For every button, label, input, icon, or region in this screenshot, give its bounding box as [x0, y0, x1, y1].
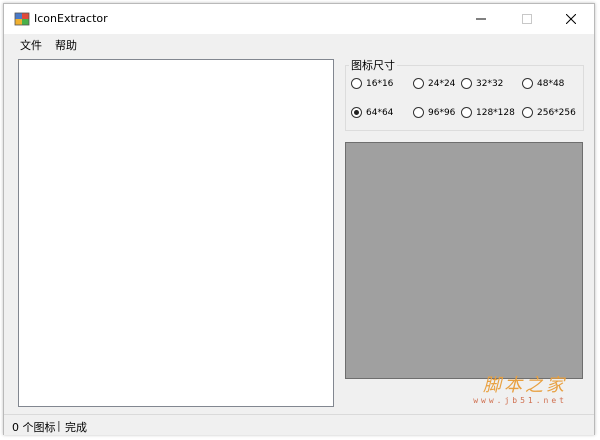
app-window: IconExtractor 文件 帮助 图标尺寸 16*16 24*24 32*… — [3, 3, 595, 435]
status-icon-count: 0 个图标 — [12, 421, 56, 434]
radio-size-128[interactable]: 128*128 — [461, 107, 515, 118]
radio-button[interactable] — [413, 107, 424, 118]
radio-label: 256*256 — [537, 107, 576, 118]
radio-size-32[interactable]: 32*32 — [461, 78, 503, 89]
radio-button-checked[interactable] — [351, 107, 362, 118]
title-bar[interactable]: IconExtractor — [4, 4, 594, 34]
minimize-icon — [476, 18, 486, 20]
status-separator: | — [57, 419, 61, 432]
watermark-url: www.jb51.net — [473, 396, 567, 405]
watermark-logo: 脚本之家 — [483, 375, 567, 396]
app-icon — [14, 11, 30, 27]
radio-size-64[interactable]: 64*64 — [351, 107, 393, 118]
radio-label: 24*24 — [428, 78, 456, 89]
radio-label: 64*64 — [366, 107, 394, 118]
status-bar: 0 个图标 | 完成 — [4, 414, 594, 435]
radio-label: 16*16 — [366, 78, 394, 89]
radio-label: 128*128 — [476, 107, 515, 118]
radio-size-48[interactable]: 48*48 — [522, 78, 564, 89]
radio-size-24[interactable]: 24*24 — [413, 78, 455, 89]
close-icon — [566, 14, 576, 24]
maximize-button[interactable] — [504, 4, 550, 34]
radio-button[interactable] — [461, 107, 472, 118]
radio-button[interactable] — [461, 78, 472, 89]
icon-preview-panel — [345, 142, 583, 379]
radio-label: 32*32 — [476, 78, 504, 89]
status-state: 完成 — [65, 421, 87, 434]
menu-bar: 文件 帮助 — [4, 34, 594, 54]
icon-size-legend: 图标尺寸 — [349, 57, 397, 73]
radio-size-16[interactable]: 16*16 — [351, 78, 393, 89]
radio-button[interactable] — [413, 78, 424, 89]
radio-label: 96*96 — [428, 107, 456, 118]
radio-button[interactable] — [351, 78, 362, 89]
menu-help[interactable]: 帮助 — [48, 37, 84, 53]
icon-list[interactable] — [18, 59, 334, 407]
radio-label: 48*48 — [537, 78, 565, 89]
close-button[interactable] — [548, 4, 594, 34]
radio-button[interactable] — [522, 78, 533, 89]
radio-button[interactable] — [522, 107, 533, 118]
radio-size-96[interactable]: 96*96 — [413, 107, 455, 118]
minimize-button[interactable] — [458, 4, 504, 34]
window-title: IconExtractor — [34, 12, 108, 25]
maximize-icon — [522, 14, 532, 24]
watermark: 脚本之家 www.jb51.net — [473, 376, 567, 406]
menu-file[interactable]: 文件 — [13, 37, 49, 53]
radio-size-256[interactable]: 256*256 — [522, 107, 576, 118]
icon-size-group — [345, 65, 584, 131]
